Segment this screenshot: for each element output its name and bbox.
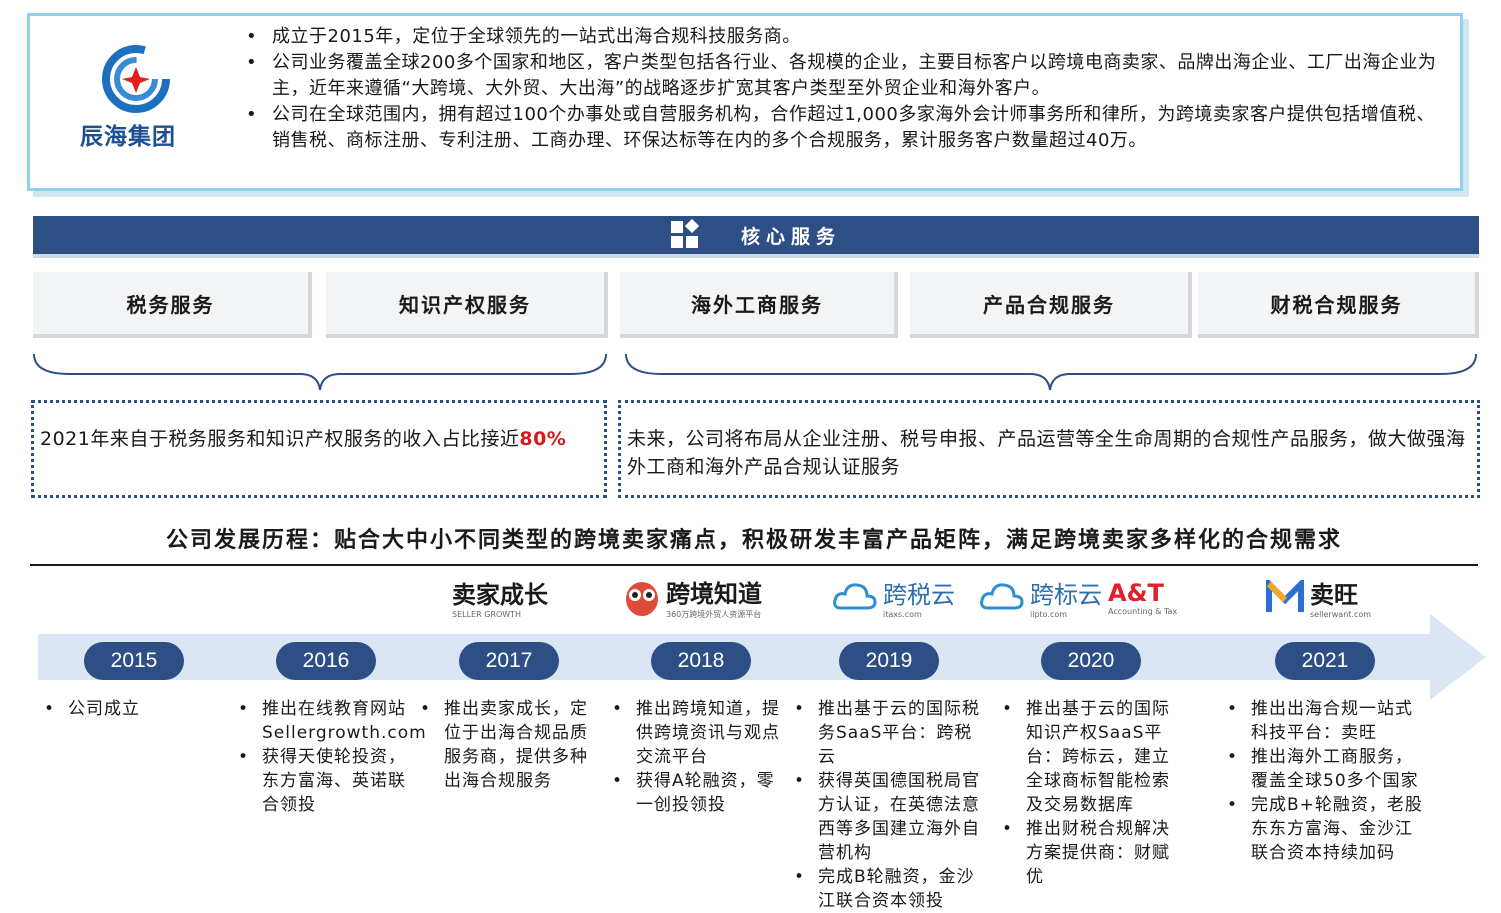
core-services-banner: 核心服务 <box>33 216 1479 254</box>
milestone-2019: 推出基于云的国际税务SaaS平台：跨税云 获得英国德国税局官方认证，在英德法意西… <box>792 697 984 913</box>
service-overseas-business: 海外工商服务 <box>620 272 898 338</box>
brand-name: 跨境知道 <box>666 580 762 608</box>
intro-list: 成立于2015年，定位于全球领先的一站式出海合规科技服务商。 公司业务覆盖全球2… <box>242 24 1452 154</box>
milestone-event: 公司成立 <box>42 697 212 721</box>
revenue-note-text: 2021年来自于税务服务和知识产权服务的收入占比接近 <box>40 428 520 450</box>
service-finance-compliance: 财税合规服务 <box>1198 272 1479 338</box>
intro-bullet: 公司业务覆盖全球200多个国家和地区，客户类型包括各行业、各规模的企业，主要目标… <box>242 50 1452 102</box>
revenue-note: 2021年来自于税务服务和知识产权服务的收入占比接近80% <box>31 400 607 498</box>
milestone-2017: 推出卖家成长，定位于出海合规品质服务商，提供多种出海合规服务 <box>418 697 590 793</box>
milestone-event: 推出基于云的国际税务SaaS平台：跨税云 <box>792 697 984 769</box>
milestone-event: 推出出海合规一站式科技平台：卖旺 <box>1225 697 1425 745</box>
milestone-2020: 推出基于云的国际知识产权SaaS平台：跨标云，建立全球商标智能检索及交易数据库 … <box>1000 697 1186 889</box>
year-badge: 2019 <box>839 642 939 680</box>
milestone-event: 推出海外工商服务，覆盖全球50多个国家 <box>1225 745 1425 793</box>
milestone-event: 获得英国德国税局官方认证，在英德法意西等多国建立海外自营机构 <box>792 769 984 865</box>
milestone-event: 推出在线教育网站Sellergrowth.com <box>236 697 426 745</box>
owl-icon <box>626 582 658 616</box>
title-divider <box>30 564 1478 566</box>
intro-bullet: 成立于2015年，定位于全球领先的一站式出海合规科技服务商。 <box>242 24 1452 50</box>
future-note-text: 未来，公司将布局从企业注册、税号申报、产品运营等全生命周期的合规性产品服务，做大… <box>627 428 1466 478</box>
future-note: 未来，公司将布局从企业注册、税号申报、产品运营等全生命周期的合规性产品服务，做大… <box>618 400 1480 498</box>
brand-name: 跨标云 <box>1030 581 1102 609</box>
year-badge: 2015 <box>84 642 184 680</box>
milestone-event: 推出财税合规解决方案提供商：财赋优 <box>1000 817 1186 889</box>
milestone-event: 推出基于云的国际知识产权SaaS平台：跨标云，建立全球商标智能检索及交易数据库 <box>1000 697 1186 817</box>
year-badge: 2016 <box>276 642 376 680</box>
year-badge: 2017 <box>459 642 559 680</box>
brand-name-at: A&T <box>1108 578 1164 607</box>
cloud-icon <box>833 583 877 610</box>
service-product-compliance: 产品合规服务 <box>910 272 1192 338</box>
milestone-event: 推出卖家成长，定位于出海合规品质服务商，提供多种出海合规服务 <box>418 697 590 793</box>
development-title: 公司发展历程：贴合大中小不同类型的跨境卖家痛点，积极研发丰富产品矩阵，满足跨境卖… <box>165 528 1342 553</box>
milestone-2015: 公司成立 <box>42 697 212 721</box>
service-ip: 知识产权服务 <box>326 272 608 338</box>
service-brackets <box>33 353 1477 391</box>
year-badge: 2020 <box>1041 642 1141 680</box>
milestone-event: 获得天使轮投资，东方富海、英诺联合领投 <box>236 745 411 817</box>
brand-name: 跨税云 <box>883 581 955 609</box>
milestone-event: 获得A轮融资，零一创投领投 <box>610 769 790 817</box>
year-badge: 2018 <box>651 642 751 680</box>
year-badge: 2021 <box>1275 642 1375 680</box>
core-services-title: 核心服务 <box>740 225 841 248</box>
brand-name: 卖家成长 <box>452 581 548 609</box>
timeline-arrow <box>38 614 1486 700</box>
revenue-share-highlight: 80% <box>519 428 567 450</box>
milestone-event: 完成B轮融资，金沙江联合资本领投 <box>792 865 984 913</box>
service-tax: 税务服务 <box>33 272 312 338</box>
milestone-event: 完成B+轮融资，老股东东方富海、金沙江联合资本持续加码 <box>1225 793 1425 865</box>
m-logo-icon <box>1266 580 1304 612</box>
brand-name: 卖旺 <box>1310 581 1358 609</box>
company-logo-icon <box>102 45 170 113</box>
cloud-icon <box>980 583 1024 610</box>
milestone-2021: 推出出海合规一站式科技平台：卖旺 推出海外工商服务，覆盖全球50多个国家 完成B… <box>1225 697 1425 865</box>
company-logo: 辰海集团 <box>70 45 210 155</box>
intro-bullet: 公司在全球范围内，拥有超过100个办事处或自营服务机构，合作超过1,000多家海… <box>242 102 1452 154</box>
grid-icon <box>670 218 701 249</box>
milestone-event: 推出跨境知道，提供跨境资讯与观点交流平台 <box>610 697 790 769</box>
milestone-2018: 推出跨境知道，提供跨境资讯与观点交流平台 获得A轮融资，零一创投领投 <box>610 697 790 817</box>
milestone-2016: 推出在线教育网站Sellergrowth.com 获得天使轮投资，东方富海、英诺… <box>236 697 426 817</box>
logo-text: 辰海集团 <box>80 124 176 150</box>
